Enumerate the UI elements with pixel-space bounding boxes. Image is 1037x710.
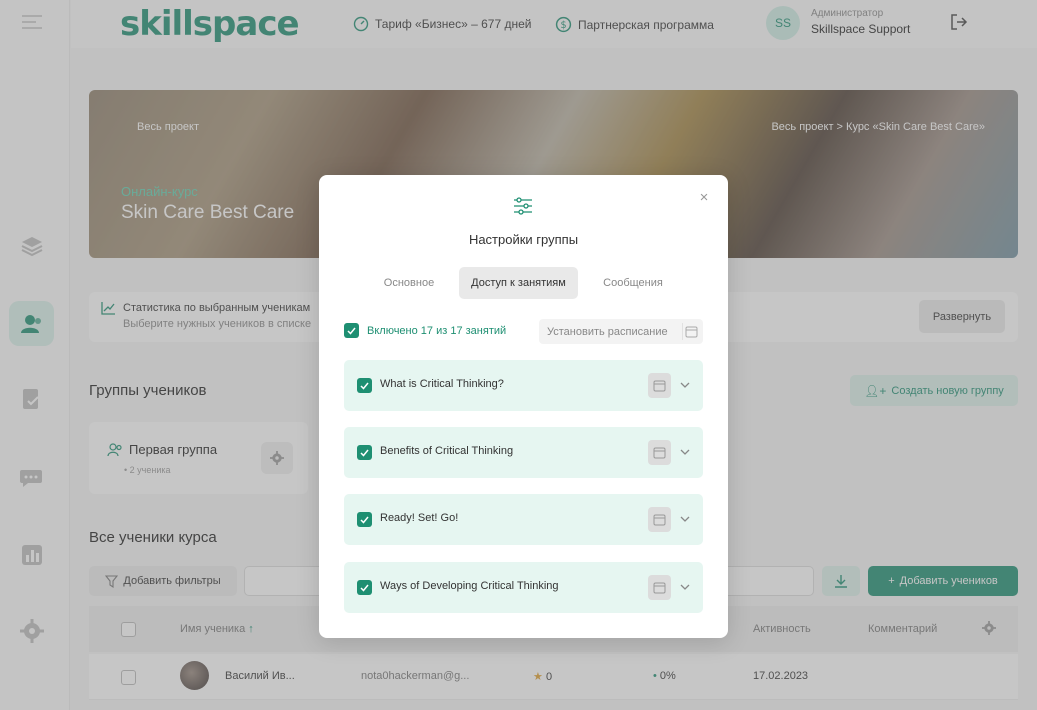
sliders-icon <box>513 197 533 220</box>
tab-lesson-access[interactable]: Доступ к занятиям <box>459 267 578 299</box>
calendar-icon <box>653 447 666 459</box>
set-schedule-label: Установить расписание <box>547 325 668 338</box>
lesson-calendar-button[interactable] <box>648 440 671 465</box>
lesson-name: Benefits of Critical Thinking <box>380 445 514 457</box>
check-icon <box>360 516 369 524</box>
include-all-row[interactable]: Включено 17 из 17 занятий <box>344 323 506 338</box>
calendar-icon <box>682 323 699 340</box>
modal-title: Настройки группы <box>468 232 579 247</box>
lesson-row[interactable]: Ready! Set! Go! <box>344 494 703 545</box>
check-icon <box>347 327 356 335</box>
include-all-checkbox[interactable] <box>344 323 359 338</box>
tab-main[interactable]: Основное <box>377 267 441 299</box>
chevron-down-icon[interactable] <box>678 445 692 459</box>
tab-messages[interactable]: Сообщения <box>596 267 670 299</box>
set-schedule-button[interactable]: Установить расписание <box>539 319 703 344</box>
lesson-calendar-button[interactable] <box>648 373 671 398</box>
calendar-icon <box>653 582 666 594</box>
included-count: Включено 17 из 17 занятий <box>367 324 507 337</box>
lesson-checkbox[interactable] <box>357 378 372 393</box>
calendar-icon <box>653 380 666 392</box>
lesson-row[interactable]: Ways of Developing Critical Thinking <box>344 562 703 613</box>
lesson-row[interactable]: What is Critical Thinking? <box>344 360 703 411</box>
check-icon <box>360 449 369 457</box>
group-settings-modal: × Настройки группы Основное Доступ к зан… <box>319 175 728 638</box>
calendar-icon <box>653 514 666 526</box>
lesson-checkbox[interactable] <box>357 580 372 595</box>
lesson-checkbox[interactable] <box>357 512 372 527</box>
chevron-down-icon[interactable] <box>678 580 692 594</box>
chevron-down-icon[interactable] <box>678 512 692 526</box>
lesson-calendar-button[interactable] <box>648 575 671 600</box>
lesson-calendar-button[interactable] <box>648 507 671 532</box>
check-icon <box>360 382 369 390</box>
lesson-name: Ways of Developing Critical Thinking <box>380 580 559 592</box>
lesson-row[interactable]: Benefits of Critical Thinking <box>344 427 703 478</box>
check-icon <box>360 584 369 592</box>
lesson-checkbox[interactable] <box>357 445 372 460</box>
close-icon[interactable]: × <box>697 190 711 205</box>
lesson-name: Ready! Set! Go! <box>380 512 459 524</box>
lesson-name: What is Critical Thinking? <box>380 378 504 390</box>
chevron-down-icon[interactable] <box>678 378 692 392</box>
